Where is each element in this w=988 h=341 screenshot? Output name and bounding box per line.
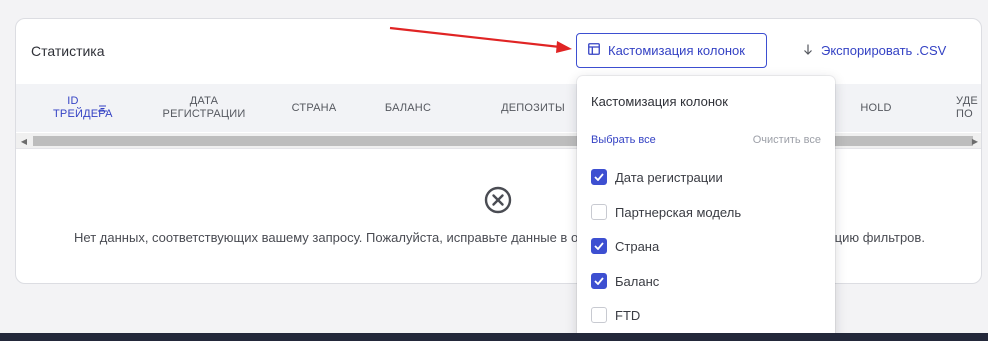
sort-icon bbox=[98, 105, 107, 112]
column-option-registration-date[interactable]: Дата регистрации bbox=[591, 167, 723, 187]
empty-state-message: Нет данных, соответствующих вашему запро… bbox=[74, 230, 925, 245]
checkbox-checked[interactable] bbox=[591, 238, 607, 254]
checkbox-unchecked[interactable] bbox=[591, 307, 607, 323]
checkmark-icon bbox=[594, 242, 604, 250]
export-csv-button[interactable]: Экспорировать .CSV bbox=[803, 33, 946, 68]
checkbox-checked[interactable] bbox=[591, 273, 607, 289]
card-title: Статистика bbox=[31, 43, 105, 59]
column-header-trader-id[interactable]: ID ТРЕЙДЕРА bbox=[30, 84, 130, 132]
checkbox-unchecked[interactable] bbox=[591, 204, 607, 220]
table-header: ID ТРЕЙДЕРА ДАТА РЕГИСТРАЦИИ СТРАНА БАЛА… bbox=[16, 84, 981, 132]
column-header-country[interactable]: СТРАНА bbox=[278, 84, 350, 132]
column-option-label: Баланс bbox=[615, 273, 660, 289]
checkmark-icon bbox=[594, 173, 604, 181]
column-option-country[interactable]: Страна bbox=[591, 236, 659, 256]
column-option-label: Страна bbox=[615, 238, 660, 254]
no-data-icon bbox=[484, 186, 512, 219]
column-header-truncated[interactable]: УДЕ ПО bbox=[956, 84, 981, 132]
statistics-card: Статистика Кастомизация колонок Экспорир… bbox=[15, 18, 982, 284]
column-option-partner-model[interactable]: Партнерская модель bbox=[591, 202, 741, 222]
horizontal-scrollbar[interactable]: ◀ ▶ bbox=[16, 133, 981, 149]
dropdown-title: Кастомизация колонок bbox=[591, 94, 728, 109]
column-option-balance[interactable]: Баланс bbox=[591, 271, 659, 291]
scroll-right-icon[interactable]: ▶ bbox=[967, 133, 981, 149]
customize-columns-button[interactable]: Кастомизация колонок bbox=[576, 33, 767, 68]
export-csv-label: Экспорировать .CSV bbox=[821, 43, 947, 58]
table-columns-icon bbox=[588, 43, 600, 58]
checkmark-icon bbox=[594, 277, 604, 285]
select-all-link[interactable]: Выбрать все bbox=[591, 134, 656, 146]
column-header-balance[interactable]: БАЛАНС bbox=[372, 84, 444, 132]
column-header-registration-date[interactable]: ДАТА РЕГИСТРАЦИИ bbox=[156, 84, 252, 132]
column-header-hold[interactable]: HOLD bbox=[846, 84, 906, 132]
customize-columns-label: Кастомизация колонок bbox=[608, 43, 745, 58]
scroll-left-icon[interactable]: ◀ bbox=[16, 133, 32, 149]
checkbox-checked[interactable] bbox=[591, 169, 607, 185]
download-arrow-icon bbox=[803, 43, 813, 58]
column-customization-dropdown: Кастомизация колонок Выбрать все Очистит… bbox=[577, 76, 835, 341]
clear-all-link[interactable]: Очистить все bbox=[753, 134, 821, 146]
column-option-label: Дата регистрации bbox=[615, 169, 723, 185]
column-option-label: FTD bbox=[615, 307, 641, 323]
column-option-ftd[interactable]: FTD bbox=[591, 305, 640, 325]
column-header-deposits[interactable]: ДЕПОЗИТЫ bbox=[492, 84, 574, 132]
column-option-label: Партнерская модель bbox=[615, 204, 742, 220]
footer-bar bbox=[0, 333, 988, 341]
